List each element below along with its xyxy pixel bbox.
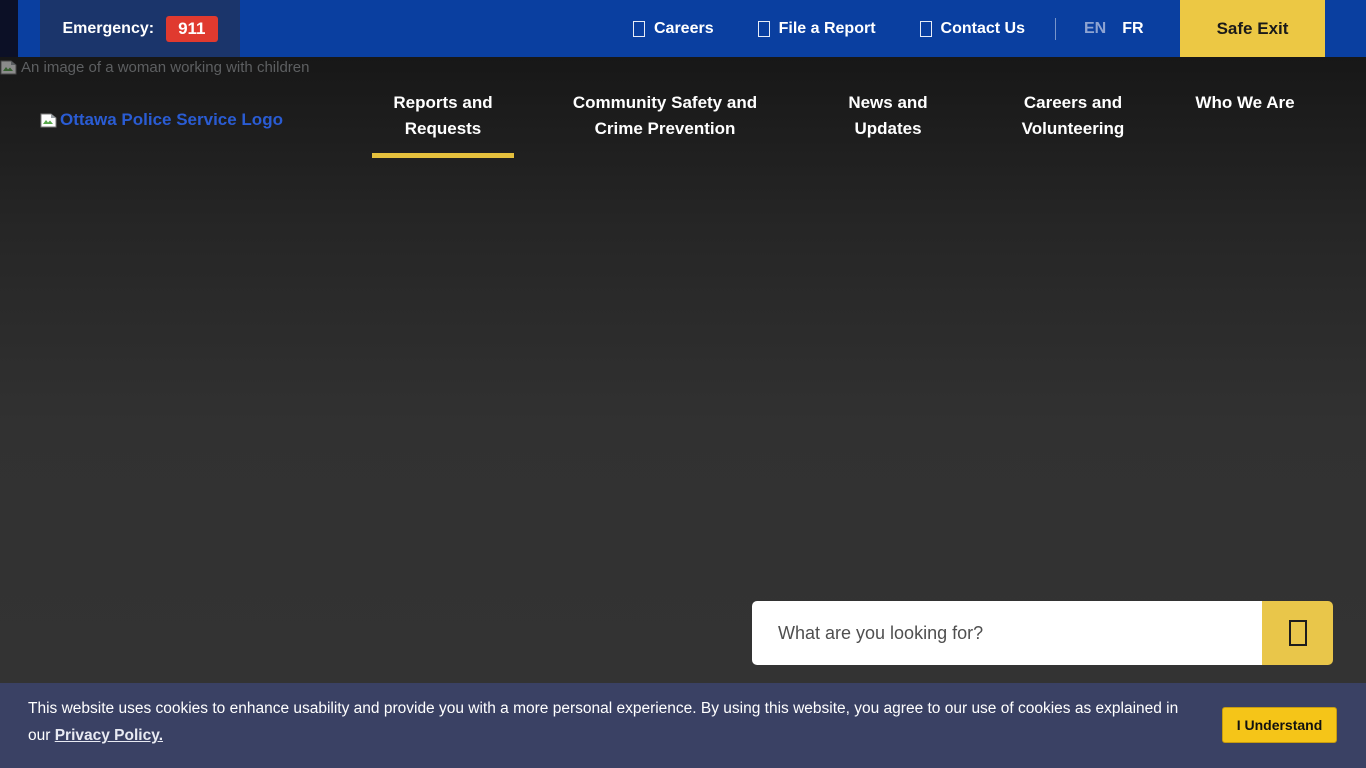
- logo-link[interactable]: Ottawa Police Service Logo: [40, 110, 283, 130]
- nav-item-label: Reports and Requests: [393, 93, 492, 138]
- logo-alt-text: Ottawa Police Service Logo: [60, 110, 283, 130]
- safe-exit-button[interactable]: Safe Exit: [1180, 0, 1325, 57]
- hero-image-alt-text: An image of a woman working with childre…: [21, 59, 309, 76]
- file-a-report-link-label: File a Report: [779, 20, 876, 38]
- emergency-911-badge: 911: [166, 16, 217, 42]
- topbar-links: Careers File a Report Contact Us EN FR: [633, 0, 1144, 57]
- file-a-report-missing-glyph-icon: [758, 21, 770, 37]
- careers-missing-glyph-icon: [633, 21, 645, 37]
- cookie-message: This website uses cookies to enhance usa…: [28, 695, 1203, 749]
- nav-item-who-we-are[interactable]: Who We Are: [1170, 90, 1320, 116]
- nav-item-label: Who We Are: [1195, 93, 1294, 112]
- contact-us-link[interactable]: Contact Us: [920, 20, 1025, 38]
- language-divider: [1055, 18, 1056, 40]
- top-utility-bar: Emergency: 911 Careers File a Report Con…: [0, 0, 1366, 57]
- emergency-block: Emergency: 911: [40, 0, 240, 57]
- language-toggle-en: EN: [1084, 20, 1106, 38]
- language-toggle-fr[interactable]: FR: [1122, 20, 1143, 38]
- emergency-label: Emergency:: [62, 20, 154, 38]
- search-missing-glyph-icon: [1289, 620, 1307, 646]
- cookie-message-text: This website uses cookies to enhance usa…: [28, 700, 1178, 744]
- nav-item-careers-and-volunteering[interactable]: Careers and Volunteering: [1008, 90, 1138, 142]
- hero-broken-image: An image of a woman working with childre…: [0, 59, 309, 76]
- contact-us-missing-glyph-icon: [920, 21, 932, 37]
- privacy-policy-link[interactable]: Privacy Policy.: [55, 727, 163, 744]
- search-button[interactable]: [1262, 601, 1333, 665]
- broken-image-icon: [40, 113, 57, 128]
- nav-item-community-safety[interactable]: Community Safety and Crime Prevention: [548, 90, 782, 142]
- broken-image-icon: [0, 60, 17, 75]
- careers-link-label: Careers: [654, 20, 714, 38]
- contact-us-link-label: Contact Us: [941, 20, 1025, 38]
- file-a-report-link[interactable]: File a Report: [758, 20, 876, 38]
- nav-item-reports-and-requests[interactable]: Reports and Requests: [368, 90, 518, 158]
- page: Emergency: 911 Careers File a Report Con…: [0, 0, 1366, 768]
- nav-item-label: Careers and Volunteering: [1022, 93, 1125, 138]
- topbar-left-dark-strip: [0, 0, 18, 57]
- i-understand-button[interactable]: I Understand: [1222, 707, 1337, 743]
- nav-item-label: Community Safety and Crime Prevention: [573, 93, 757, 138]
- careers-link[interactable]: Careers: [633, 20, 714, 38]
- nav-item-news-and-updates[interactable]: News and Updates: [838, 90, 938, 142]
- cookie-consent-banner: This website uses cookies to enhance usa…: [0, 683, 1366, 768]
- nav-item-label: News and Updates: [848, 93, 927, 138]
- search-input[interactable]: [752, 601, 1262, 665]
- active-nav-underline: [372, 153, 514, 158]
- site-search-bar: [752, 601, 1333, 665]
